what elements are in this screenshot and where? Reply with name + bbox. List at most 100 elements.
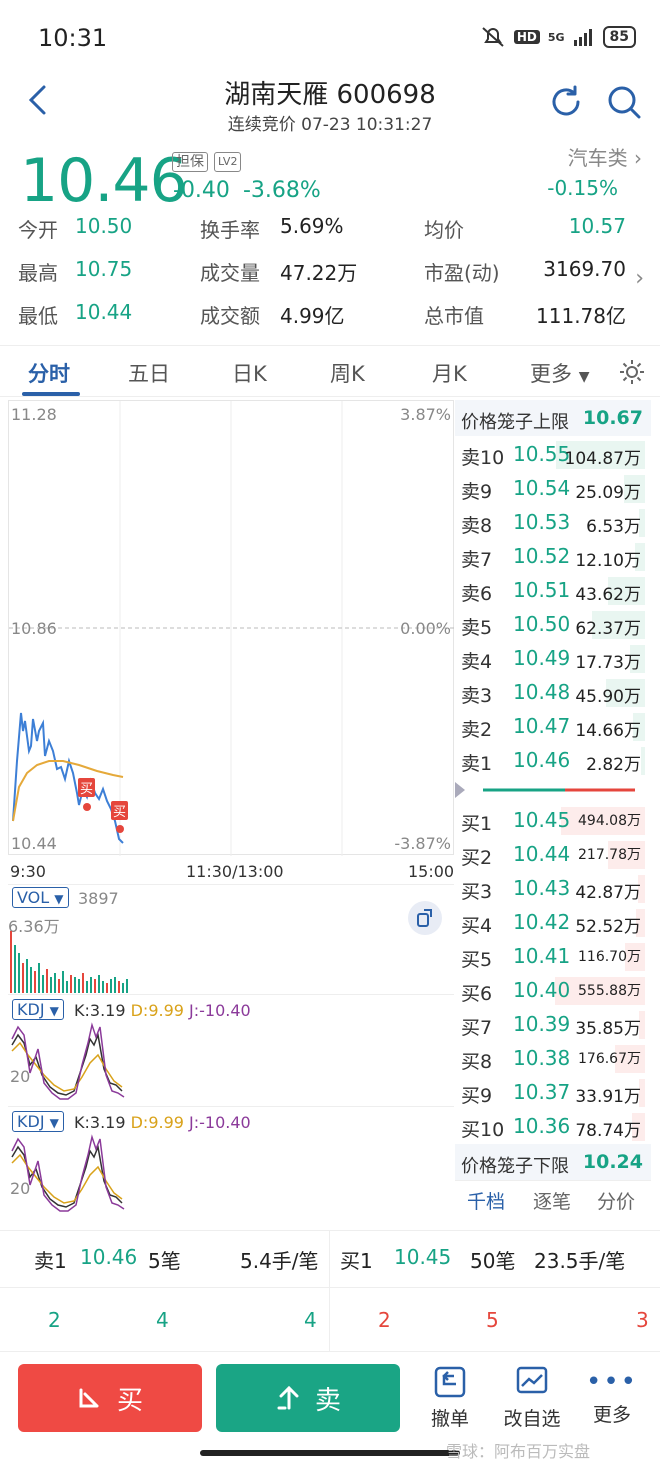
volume-bar <box>30 967 32 993</box>
edit-watchlist-label: 改自选 <box>503 1408 561 1430</box>
ask-price: 10.52 <box>513 544 571 568</box>
y-axis-top: 11.28 <box>11 405 57 424</box>
bid-row[interactable]: 买4 10.42 52.52万 <box>455 906 651 940</box>
edit-watchlist-button[interactable]: 改自选 <box>496 1364 568 1431</box>
home-indicator <box>200 1450 460 1456</box>
ask-label: 卖7 <box>461 549 493 571</box>
upper-limit-value: 10.67 <box>582 407 643 429</box>
buy-marker: 买 <box>111 801 129 820</box>
ask-row[interactable]: 卖4 10.49 17.73万 <box>455 642 651 676</box>
tab-weekly-k[interactable]: 周K <box>330 358 365 388</box>
bid-label: 买4 <box>461 915 493 937</box>
tab-monthly-k[interactable]: 月K <box>432 358 467 388</box>
ask-price: 10.50 <box>513 612 571 636</box>
tab-thousand-level[interactable]: 千档 <box>467 1187 505 1214</box>
ask-row[interactable]: 卖3 10.48 45.90万 <box>455 676 651 710</box>
sell-button[interactable]: 卖 <box>216 1364 400 1432</box>
best-quote-summary: 卖1 10.46 5笔 5.4手/笔 买1 10.45 50笔 23.5手/笔 <box>0 1230 660 1289</box>
volume-bar <box>126 979 128 993</box>
stat-value: 4.99亿 <box>280 304 345 328</box>
margin-tag: 担保 <box>172 152 208 172</box>
volume-bar <box>82 973 84 993</box>
stat-label: 最低 <box>18 304 58 328</box>
bid-price: 10.43 <box>513 876 571 900</box>
chart-edit-icon <box>516 1366 548 1394</box>
buy-queue-num: 3 <box>636 1308 649 1332</box>
bid-row[interactable]: 买2 10.44 217.78万 <box>455 838 651 872</box>
bid-price: 10.37 <box>513 1080 571 1104</box>
bid-row[interactable]: 买7 10.39 35.85万 <box>455 1008 651 1042</box>
bid-volume: 33.91万 <box>575 1087 641 1107</box>
tab-intraday[interactable]: 分时 <box>28 358 70 388</box>
ask-row[interactable]: 卖10 10.55 104.87万 <box>455 438 651 472</box>
buy-button[interactable]: 买 <box>18 1364 202 1432</box>
ask-row[interactable]: 卖1 10.46 2.82万 <box>455 744 651 778</box>
stat-label: 总市值 <box>424 304 484 328</box>
tab-tick-by-tick[interactable]: 逐笔 <box>533 1187 571 1214</box>
refresh-icon[interactable] <box>548 84 584 120</box>
bid-row[interactable]: 买3 10.43 42.87万 <box>455 872 651 906</box>
bid-label: 买2 <box>461 847 493 869</box>
ask-volume: 43.62万 <box>575 585 641 605</box>
bid-row[interactable]: 买8 10.38 176.67万 <box>455 1042 651 1076</box>
chart-tabs: 分时 五日 日K 周K 月K 更多 ▼ <box>0 345 660 397</box>
buy1-count: 50笔 <box>470 1249 516 1273</box>
volume-bar <box>34 971 36 993</box>
volume-bar <box>26 959 28 993</box>
x-axis-mid: 11:30/13:00 <box>186 862 284 881</box>
gear-icon[interactable] <box>618 358 646 386</box>
bid-price: 10.42 <box>513 910 571 934</box>
buy1-price: 10.45 <box>394 1245 452 1269</box>
ask-row[interactable]: 卖2 10.47 14.66万 <box>455 710 651 744</box>
ask-price: 10.53 <box>513 510 571 534</box>
tab-price-distribution[interactable]: 分价 <box>597 1187 635 1214</box>
ask-row[interactable]: 卖9 10.54 25.09万 <box>455 472 651 506</box>
bid-label: 买8 <box>461 1051 493 1073</box>
ask-volume: 25.09万 <box>575 483 641 503</box>
rotate-icon[interactable] <box>408 901 442 935</box>
volume-bar <box>106 983 108 993</box>
volume-bar <box>62 971 64 993</box>
pct-axis-top: 3.87% <box>400 405 451 424</box>
stat-label: 成交量 <box>200 261 260 285</box>
bid-price: 10.36 <box>513 1114 571 1138</box>
active-tab-indicator <box>22 392 80 396</box>
buy1-label: 买1 <box>340 1249 373 1273</box>
volume-bar <box>118 981 120 993</box>
bid-volume: 116.70万 <box>578 949 641 965</box>
volume-bar <box>50 977 52 993</box>
ask-label: 卖2 <box>461 719 493 741</box>
chevron-right-icon[interactable]: › <box>635 266 644 291</box>
bid-row[interactable]: 买1 10.45 494.08万 <box>455 804 651 838</box>
tab-daily-k[interactable]: 日K <box>232 358 267 388</box>
pct-axis-bottom: -3.87% <box>394 834 451 853</box>
stat-label: 市盈(动) <box>424 261 500 285</box>
volume-bar <box>66 981 68 993</box>
bid-row[interactable]: 买6 10.40 555.88万 <box>455 974 651 1008</box>
sector-link[interactable]: 汽车类 › <box>568 142 642 171</box>
ask-row[interactable]: 卖5 10.50 62.37万 <box>455 608 651 642</box>
sector-change: -0.15% <box>547 176 618 200</box>
cancel-order-label: 撤单 <box>430 1408 469 1430</box>
tab-more[interactable]: 更多 ▼ <box>530 358 589 388</box>
sell-queue-num: 2 <box>48 1308 61 1332</box>
volume-bar <box>22 963 24 993</box>
change-percent: -3.68% <box>242 178 321 203</box>
more-button[interactable]: ••• 更多 <box>584 1364 640 1427</box>
ask-row[interactable]: 卖6 10.51 43.62万 <box>455 574 651 608</box>
ask-row[interactable]: 卖7 10.52 12.10万 <box>455 540 651 574</box>
ask-row[interactable]: 卖8 10.53 6.53万 <box>455 506 651 540</box>
stat-label: 均价 <box>424 218 464 242</box>
bid-price: 10.38 <box>513 1046 571 1070</box>
volume-bar <box>54 973 56 993</box>
bid-row[interactable]: 买9 10.37 33.91万 <box>455 1076 651 1110</box>
x-axis-end: 15:00 <box>408 862 455 881</box>
cancel-order-button[interactable]: 撤单 <box>420 1364 480 1431</box>
queue-summary: 2 4 4 2 5 3 <box>0 1288 660 1352</box>
intraday-chart[interactable]: 11.28 10.86 10.44 3.87% 0.00% -3.87% 买 买 <box>8 400 455 856</box>
search-icon[interactable] <box>606 84 642 120</box>
tab-5day[interactable]: 五日 <box>128 358 170 388</box>
divider <box>329 1288 330 1352</box>
bid-row[interactable]: 买10 10.36 78.74万 <box>455 1110 651 1144</box>
bid-row[interactable]: 买5 10.41 116.70万 <box>455 940 651 974</box>
